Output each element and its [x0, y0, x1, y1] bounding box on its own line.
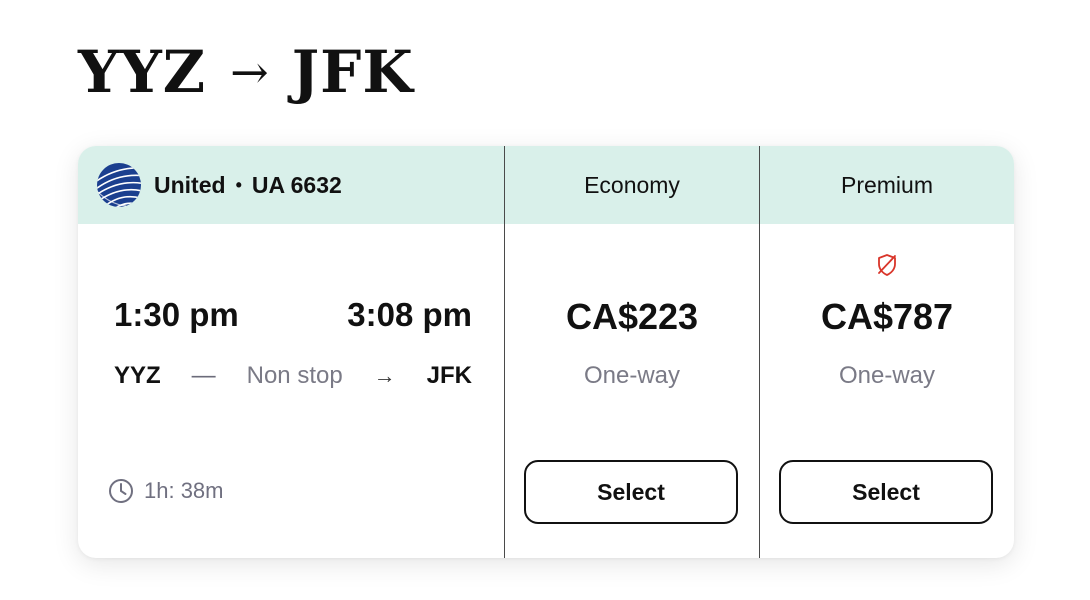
departure-time: 1:30 pm	[114, 296, 239, 333]
flight-duration: 1h: 38m	[108, 478, 224, 504]
clock-icon	[109, 479, 133, 503]
route-arrow: →	[230, 45, 270, 99]
united-globe-icon	[97, 163, 141, 207]
stops-label: Non stop	[246, 362, 343, 389]
destination-airport: JFK	[426, 362, 472, 389]
premium-trip-type: One-way	[838, 362, 936, 389]
arrival-time: 3:08 pm	[347, 296, 472, 333]
flight-number: UA 6632	[251, 171, 342, 198]
airline-name: United	[154, 171, 226, 198]
route-summary: YYZ — Non stop → JFK	[114, 362, 472, 390]
economy-column-header: Economy	[584, 171, 680, 198]
airline-info: United • UA 6632	[96, 146, 342, 224]
premium-column-header: Premium	[840, 171, 933, 198]
page-title: YYZ → JFK	[78, 38, 414, 106]
origin-airport: YYZ	[114, 362, 161, 389]
select-economy-button[interactable]: Select	[524, 460, 738, 524]
select-premium-button[interactable]: Select	[779, 460, 993, 524]
origin-code: YYZ	[78, 38, 207, 106]
separator-dot: •	[235, 174, 242, 195]
route-arrow-icon: →	[373, 363, 396, 388]
flight-card: United • UA 6632 Economy Premium 1:30 pm…	[78, 146, 1014, 558]
premium-price: CA$787	[820, 296, 954, 337]
duration-text: 1h: 38m	[144, 478, 224, 503]
economy-price: CA$223	[565, 296, 699, 337]
destination-code: JFK	[291, 38, 414, 106]
route-dash: —	[191, 362, 216, 389]
no-protection-shield-icon	[878, 254, 896, 276]
economy-trip-type: One-way	[583, 362, 681, 389]
